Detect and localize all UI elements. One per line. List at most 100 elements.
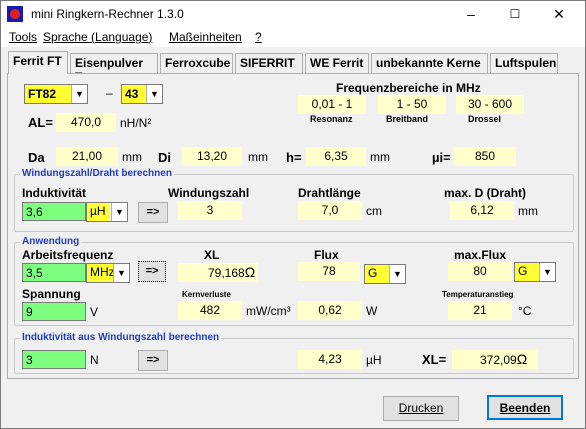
wire-value: 7,0: [298, 201, 362, 220]
power-value: 0,62: [298, 301, 362, 320]
chevron-down-icon: ▼: [146, 85, 162, 103]
maxflux-label: max.Flux: [454, 248, 507, 262]
application-group-title: Anwendung: [20, 236, 82, 247]
calc-inductance-button[interactable]: =>: [138, 350, 168, 371]
material-select[interactable]: 43 ▼: [121, 84, 163, 104]
turns-value: 3: [178, 201, 242, 220]
loss-label: Kernverluste: [182, 290, 231, 299]
main-window: mini Ringkern-Rechner 1.3.0 – ☐ ✕ Tools …: [0, 0, 586, 429]
menu-tools[interactable]: Tools: [9, 30, 37, 44]
tab-ferrit-ft[interactable]: Ferrit FT: [8, 51, 68, 74]
h-label: h=: [286, 150, 302, 165]
wire-unit: cm: [366, 204, 382, 218]
print-button-label: Drucken: [398, 401, 444, 415]
tab-we-ferrit[interactable]: WE Ferrit: [305, 53, 369, 73]
tab-ferroxcube[interactable]: Ferroxcube: [160, 53, 233, 73]
turns-input[interactable]: 3: [22, 350, 86, 369]
chevron-down-icon: ▼: [389, 265, 405, 283]
window-title: mini Ringkern-Rechner 1.3.0: [31, 7, 184, 21]
xl2-label: XL=: [422, 352, 447, 367]
mui-value: 850: [454, 147, 516, 166]
inductance-unit-value: µH: [87, 203, 109, 221]
tab-luftspulen[interactable]: Luftspulen: [490, 53, 558, 73]
h-value: 6,35: [306, 147, 366, 166]
maximize-icon[interactable]: ☐: [493, 1, 537, 27]
inductance-unit-select[interactable]: µH ▼: [86, 202, 128, 222]
freq-choke-label: Drossel: [468, 114, 502, 124]
calc-inductance-unit: µH: [366, 353, 382, 367]
flux-unit-select[interactable]: G ▼: [364, 264, 406, 284]
core-type-value: FT82: [28, 87, 57, 101]
da-unit: mm: [122, 150, 142, 164]
da-value: 21,00: [56, 147, 118, 166]
inductance-calc-title: Induktivität aus Windungszahl berechnen: [20, 332, 222, 343]
al-label: AL=: [28, 115, 53, 130]
power-unit: W: [366, 304, 378, 318]
xl-value: 79,168: [208, 266, 245, 280]
xl2-value: 372,09: [480, 353, 517, 367]
tab-page-ferrit: FT82 ▼ – 43 ▼ AL= 470,0 nH/N² Frequenzbe…: [7, 73, 579, 379]
xl-label: XL: [204, 248, 220, 262]
tab-unbekannte-kerne[interactable]: unbekannte Kerne: [371, 53, 488, 73]
calc-turns-button[interactable]: =>: [138, 202, 168, 223]
chevron-down-icon: ▼: [113, 264, 129, 282]
temp-unit: °C: [518, 304, 532, 318]
voltage-input[interactable]: 9: [22, 302, 86, 321]
freq-broad-value: 1 - 50: [378, 95, 446, 114]
ind-label: Induktivität: [22, 186, 87, 200]
calc-application-button[interactable]: =>: [138, 261, 166, 282]
maxflux-unit-value: G: [515, 263, 539, 281]
menu-help[interactable]: ?: [255, 30, 262, 44]
loss-value: 482: [178, 301, 242, 320]
temp-label: Temperaturanstieg: [442, 290, 514, 299]
calc-inductance-value: 4,23: [298, 350, 362, 369]
core-dash: –: [106, 86, 113, 100]
xl-value-field: 79,168Ω: [178, 263, 258, 282]
al-value: 470,0: [56, 113, 116, 132]
h-unit: mm: [370, 150, 390, 164]
minimize-icon[interactable]: –: [449, 1, 493, 27]
maxd-value: 6,12: [450, 201, 514, 220]
flux-label: Flux: [314, 248, 339, 262]
loss-unit: mW/cm³: [246, 304, 291, 318]
da-label: Da: [28, 150, 45, 165]
frequency-unit-select[interactable]: MHz ▼: [86, 263, 130, 283]
di-unit: mm: [248, 150, 268, 164]
chevron-down-icon: ▼: [111, 203, 127, 221]
close-icon[interactable]: ✕: [537, 1, 581, 27]
core-type-select[interactable]: FT82 ▼: [24, 84, 88, 104]
freq-res-value: 0,01 - 1: [298, 95, 366, 114]
di-value: 13,20: [182, 147, 242, 166]
exit-button[interactable]: Beenden: [487, 395, 563, 420]
flux-value: 78: [298, 262, 360, 281]
wire-label: Drahtlänge: [298, 186, 361, 200]
flux-unit-value: G: [365, 265, 389, 283]
freq-choke-value: 30 - 600: [456, 95, 524, 114]
app-icon: [7, 6, 23, 22]
menu-language[interactable]: Sprache (Language): [43, 30, 152, 44]
maxd-unit: mm: [518, 204, 538, 218]
menu-units[interactable]: Maßeinheiten: [169, 30, 242, 44]
frequency-input[interactable]: 3,5: [22, 263, 86, 282]
tab-eisenpulver[interactable]: Eisenpulver T: [70, 53, 158, 84]
turns-label: Windungszahl: [168, 186, 250, 200]
title-bar: mini Ringkern-Rechner 1.3.0 – ☐ ✕: [1, 1, 585, 27]
maxflux-unit-select[interactable]: G ▼: [514, 262, 556, 282]
tab-siferrit[interactable]: SIFERRIT: [235, 53, 303, 73]
voltage-label: Spannung: [22, 287, 81, 301]
xl2-value-field: 372,09Ω: [452, 350, 538, 369]
inductance-input[interactable]: 3,6: [22, 202, 86, 221]
freq-label: Arbeitsfrequenz: [22, 248, 114, 262]
voltage-unit: V: [90, 305, 99, 319]
winding-group-title: Windungszahl/Draht berechnen: [20, 168, 174, 179]
print-button[interactable]: Drucken: [383, 396, 459, 421]
maxd-label: max. D (Draht): [444, 186, 527, 200]
temp-value: 21: [448, 301, 512, 320]
exit-button-label: Beenden: [499, 401, 551, 415]
xl2-unit: Ω: [516, 351, 528, 367]
maxflux-value: 80: [448, 262, 512, 281]
freq-broad-label: Breitband: [386, 114, 429, 124]
chevron-down-icon: ▼: [71, 85, 87, 103]
turns-unit: N: [90, 353, 99, 367]
menu-bar: Tools Sprache (Language) Maßeinheiten ?: [1, 27, 585, 47]
